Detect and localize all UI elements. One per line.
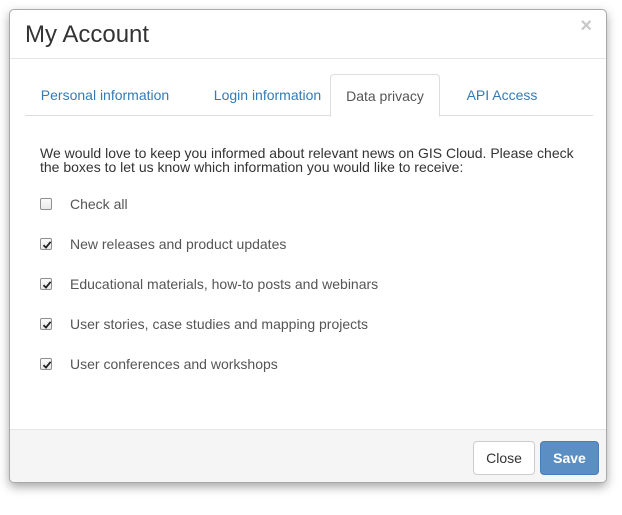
user-stories-checkbox[interactable] bbox=[40, 318, 52, 330]
check-all-checkbox[interactable] bbox=[40, 198, 52, 210]
option-label: Check all bbox=[70, 196, 128, 212]
checkmark-icon bbox=[42, 241, 52, 249]
save-button[interactable]: Save bbox=[540, 441, 599, 475]
tab-login-information[interactable]: Login information bbox=[200, 74, 335, 116]
option-user-conferences[interactable]: User conferences and workshops bbox=[40, 354, 278, 374]
checkmark-icon bbox=[42, 321, 52, 329]
close-button[interactable]: Close bbox=[473, 441, 535, 475]
close-icon[interactable]: × bbox=[580, 16, 592, 36]
tab-personal-information[interactable]: Personal information bbox=[25, 74, 185, 116]
account-tabs: Personal information Login information D… bbox=[25, 74, 593, 117]
option-label: Educational materials, how-to posts and … bbox=[70, 276, 379, 292]
checkmark-icon bbox=[42, 281, 52, 289]
option-label: New releases and product updates bbox=[70, 236, 287, 252]
option-educational-materials[interactable]: Educational materials, how-to posts and … bbox=[40, 274, 378, 294]
educational-materials-checkbox[interactable] bbox=[40, 278, 52, 290]
new-releases-checkbox[interactable] bbox=[40, 238, 52, 250]
tab-data-privacy[interactable]: Data privacy bbox=[330, 74, 440, 117]
user-conferences-checkbox[interactable] bbox=[40, 358, 52, 370]
tab-api-access[interactable]: API Access bbox=[452, 74, 552, 116]
my-account-modal: My Account × Personal information Login … bbox=[9, 9, 607, 483]
modal-title: My Account bbox=[25, 21, 150, 48]
checkmark-icon bbox=[42, 361, 52, 369]
modal-footer: Close Save bbox=[10, 429, 606, 482]
option-user-stories[interactable]: User stories, case studies and mapping p… bbox=[40, 314, 368, 334]
option-label: User conferences and workshops bbox=[70, 356, 278, 372]
option-new-releases[interactable]: New releases and product updates bbox=[40, 234, 286, 254]
privacy-intro-text: We would love to keep you informed about… bbox=[40, 145, 574, 175]
option-label: User stories, case studies and mapping p… bbox=[70, 316, 369, 332]
option-check-all[interactable]: Check all bbox=[40, 194, 128, 214]
modal-header: My Account × bbox=[10, 10, 606, 59]
